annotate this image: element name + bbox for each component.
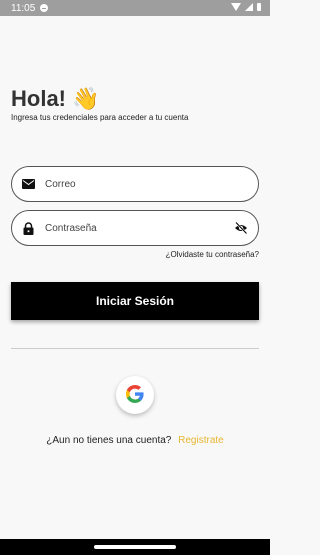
forgot-password-link[interactable]: ¿Olvidaste tu contraseña?: [166, 250, 259, 259]
password-input[interactable]: [43, 221, 217, 235]
home-gesture-handle[interactable]: [94, 545, 176, 549]
greeting-title: Hola! 👋: [11, 86, 100, 111]
signup-prompt: ¿Aun no tienes una cuenta?: [46, 435, 172, 446]
mail-icon: [21, 177, 35, 191]
signup-link[interactable]: Registrate: [178, 435, 224, 446]
password-field[interactable]: [11, 210, 259, 246]
wifi-icon: [231, 3, 241, 11]
navigation-bar: [0, 539, 270, 555]
signal-icon: [245, 3, 253, 11]
status-bar: 11:05: [0, 0, 270, 16]
eye-off-icon[interactable]: [234, 221, 248, 235]
greeting-subtitle: Ingresa tus credenciales para acceder a …: [11, 113, 189, 122]
battery-icon: [257, 3, 261, 11]
status-icons: [231, 3, 261, 11]
google-sign-in-button[interactable]: [116, 376, 154, 414]
status-time: 11:05: [11, 2, 36, 14]
do-not-disturb-icon: [40, 4, 49, 12]
google-icon: [126, 384, 144, 406]
email-field[interactable]: [11, 166, 259, 202]
divider: [11, 348, 259, 349]
email-input[interactable]: [43, 177, 217, 191]
login-button[interactable]: Iniciar Sesión: [11, 282, 259, 320]
lock-icon: [21, 221, 35, 235]
signup-row: ¿Aun no tienes una cuenta? Registrate: [0, 435, 270, 446]
